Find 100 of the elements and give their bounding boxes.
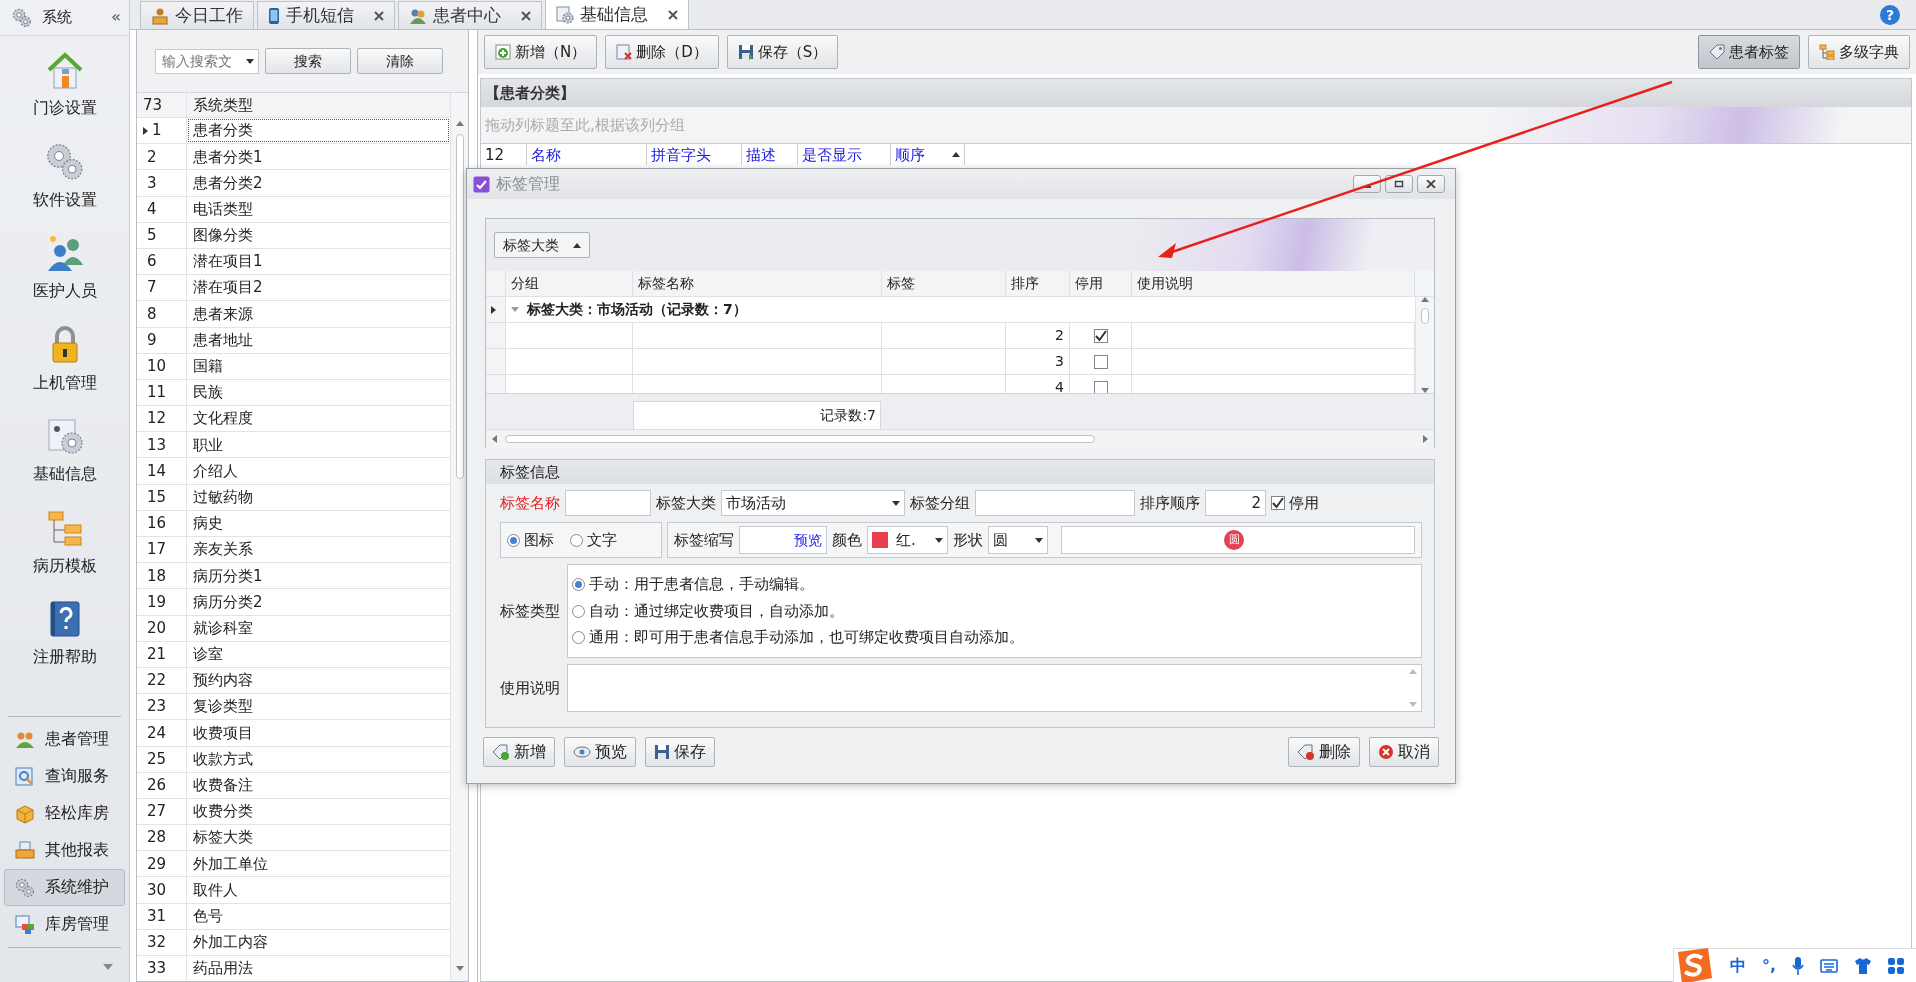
close-icon[interactable] (668, 9, 678, 20)
note-field[interactable] (567, 664, 1422, 712)
nav-item[interactable]: 基础信息 (0, 402, 129, 494)
toolbar-button[interactable]: 多级字典 (1808, 35, 1910, 69)
scrollbar-thumb[interactable] (455, 134, 464, 479)
list-item[interactable]: 外加工单位 (187, 851, 450, 877)
radio-option[interactable]: 图标 (507, 528, 554, 552)
maximize-button[interactable] (1385, 175, 1413, 193)
list-item[interactable]: 潜在项目1 (187, 248, 450, 275)
search-field[interactable]: 输入搜索文 (155, 48, 259, 74)
nav-item[interactable]: 门诊设置 (0, 36, 129, 128)
tab[interactable]: 手机短信 (257, 1, 395, 29)
list-item[interactable]: 亲友关系 (187, 537, 450, 563)
list-item[interactable]: 就诊科室 (187, 615, 450, 641)
nav-item[interactable]: 上机管理 (0, 310, 129, 402)
list-item[interactable]: 取件人 (187, 877, 450, 903)
disable-checkbox[interactable]: 停用 (1271, 491, 1319, 515)
close-icon[interactable] (521, 10, 531, 21)
list-item[interactable]: 收费项目 (187, 720, 450, 746)
punctuation-mode[interactable]: °, (1761, 953, 1776, 978)
scrollbar-thumb[interactable] (1421, 308, 1429, 324)
list-item[interactable]: 药品用法 (187, 956, 450, 981)
radio-option[interactable]: 文字 (570, 528, 617, 552)
nav-item[interactable]: 系统维护 (4, 869, 125, 906)
list-item[interactable]: 患者地址 (187, 327, 450, 353)
button[interactable]: 取消 (1369, 737, 1439, 767)
list-item[interactable]: 诊室 (187, 641, 450, 667)
horizontal-scrollbar[interactable] (486, 429, 1434, 448)
close-icon[interactable] (374, 10, 384, 21)
toolbar-button[interactable]: 保存（S） (726, 35, 839, 69)
checkbox[interactable] (1093, 380, 1108, 393)
button[interactable]: 新增 (483, 737, 555, 767)
list-item[interactable]: 预约内容 (187, 667, 450, 694)
list-item[interactable]: 民族 (187, 379, 450, 406)
tab[interactable]: 患者中心 (398, 1, 542, 29)
list-item[interactable]: 收费分类 (187, 798, 450, 825)
list-item[interactable]: 色号 (187, 903, 450, 929)
shape-dropdown[interactable]: 圆 (988, 526, 1048, 554)
nav-item[interactable]: 注册帮助 (0, 585, 129, 677)
list-item[interactable]: 潜在项目2 (187, 275, 450, 301)
name-field[interactable] (565, 490, 651, 516)
radio-option[interactable]: 自动：通过绑定收费项目，自动添加。 (572, 599, 1421, 623)
nav-item[interactable]: 病历模板 (0, 493, 129, 585)
nav-item[interactable]: 患者管理 (4, 721, 125, 758)
color-dropdown[interactable]: 红. (867, 526, 948, 554)
nav-item[interactable]: 其他报表 (4, 832, 125, 869)
column-header[interactable]: 拼音字头 (647, 144, 742, 165)
nav-item[interactable]: 医护人员 (0, 219, 129, 311)
list-item[interactable]: 病史 (187, 510, 450, 536)
list-item[interactable]: 患者分类2 (187, 170, 450, 196)
order-field[interactable]: 2 (1205, 490, 1266, 516)
toolbar-button[interactable]: 新增（N） (484, 35, 598, 69)
list-item[interactable]: 患者来源 (187, 301, 450, 327)
scrollbar[interactable] (450, 93, 468, 981)
toolbar-button[interactable]: 患者标签 (1698, 35, 1800, 69)
column-header[interactable]: 排序 (1006, 271, 1070, 296)
list-item[interactable]: 电话类型 (187, 196, 450, 222)
button[interactable]: 搜索 (265, 48, 351, 74)
collapse-button[interactable]: « (111, 6, 121, 29)
group-field[interactable] (975, 490, 1135, 516)
list-item[interactable]: 国籍 (187, 353, 450, 379)
abbreviation-field[interactable]: 预览 (739, 526, 827, 554)
nav-item[interactable]: 查询服务 (4, 758, 125, 795)
list-item[interactable]: 患者分类1 (187, 144, 450, 170)
list-item[interactable]: 收费备注 (187, 772, 450, 798)
radio-option[interactable]: 手动：用于患者信息，手动编辑。 (572, 573, 1421, 596)
button[interactable]: 保存 (645, 737, 715, 767)
list-item[interactable]: 收款方式 (187, 746, 450, 772)
list-item[interactable]: 病历分类2 (187, 589, 450, 615)
scrollbar[interactable] (1415, 297, 1434, 393)
toolbar-button[interactable]: 删除（D） (605, 35, 719, 69)
list-item[interactable]: 患者分类 (187, 118, 450, 144)
list-item[interactable]: 过敏药物 (187, 484, 450, 510)
button[interactable]: 预览 (564, 737, 636, 767)
preview-link[interactable]: 预览 (794, 529, 822, 551)
list-item[interactable]: 标签大类 (187, 825, 450, 851)
list-item[interactable]: 图像分类 (187, 222, 450, 248)
list-item[interactable]: 文化程度 (187, 406, 450, 432)
column-header[interactable]: 标签 (882, 271, 1006, 296)
tab[interactable]: 基础信息 (545, 0, 689, 29)
nav-item[interactable]: 轻松库房 (4, 795, 125, 832)
column-header[interactable]: 标签名称 (633, 271, 882, 296)
tab[interactable]: 今日工作 (140, 1, 254, 29)
column-header[interactable]: 分组 (506, 271, 633, 296)
help-button[interactable]: ? (1880, 5, 1900, 25)
radio-option[interactable]: 通用：即可用于患者信息手动添加，也可绑定收费项目自动添加。 (572, 626, 1421, 649)
column-header[interactable]: 顺序 (891, 144, 965, 165)
list-item[interactable]: 介绍人 (187, 458, 450, 484)
list-item[interactable]: 病历分类1 (187, 563, 450, 589)
nav-item[interactable]: 库房管理 (4, 906, 125, 943)
button[interactable]: 删除 (1288, 737, 1360, 767)
column-header[interactable]: 停用 (1070, 271, 1132, 296)
nav-item[interactable]: 软件设置 (0, 127, 129, 219)
checkbox[interactable] (1093, 328, 1108, 343)
checkbox[interactable] (1093, 354, 1108, 369)
column-header[interactable]: 描述 (742, 144, 798, 165)
column-header[interactable]: 是否显示 (798, 144, 891, 165)
list-item[interactable]: 复诊类型 (187, 694, 450, 720)
list-item[interactable]: 外加工内容 (187, 929, 450, 955)
column-header[interactable]: 名称 (527, 144, 647, 165)
